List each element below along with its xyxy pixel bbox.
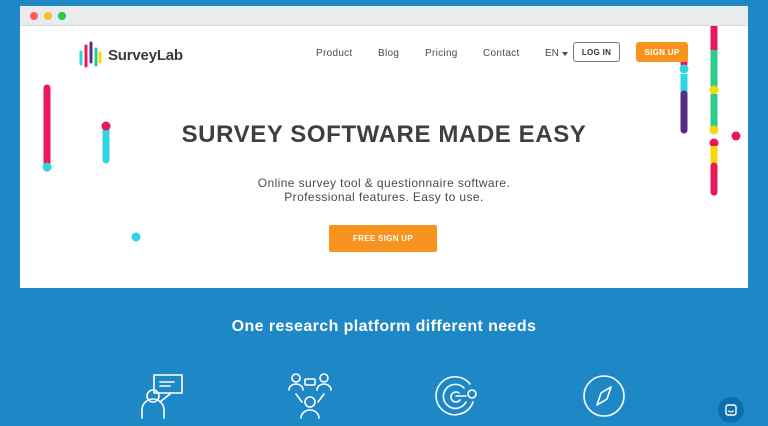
browser-titlebar [20,6,748,26]
close-window-icon[interactable] [30,12,38,20]
hero-subtitle-line1: Online survey tool & questionnaire softw… [257,176,511,190]
brand-name: SurveyLab [108,46,183,64]
target-chart-icon[interactable] [432,372,480,420]
team-icon[interactable] [286,372,334,420]
compass-icon[interactable] [580,372,628,420]
hero-title: SURVEY SOFTWARE MADE EASY [181,121,587,148]
presentation-icon[interactable] [140,372,188,420]
language-label: EN [545,48,559,59]
nav-product[interactable]: Product [316,48,353,59]
maximize-window-icon[interactable] [58,12,66,20]
nav-blog[interactable]: Blog [378,48,399,59]
login-button[interactable]: LOG IN [573,42,620,62]
chat-icon [725,404,737,416]
nav-contact[interactable]: Contact [483,48,520,59]
signup-button[interactable]: SIGN UP [636,42,688,62]
chat-button[interactable] [718,397,744,423]
free-signup-button[interactable]: FREE SIGN UP [329,225,437,252]
hero-subtitle-line2: Professional features. Easy to use. [284,190,484,204]
surveylab-logo[interactable]: SurveyLab [78,40,183,70]
browser-window: SurveyLab Product Blog Pricing Contact E… [20,6,748,288]
section-title: One research platform different needs [231,318,537,335]
minimize-window-icon[interactable] [44,12,52,20]
nav-pricing[interactable]: Pricing [425,48,458,59]
page-content: SurveyLab Product Blog Pricing Contact E… [20,26,748,288]
language-selector[interactable]: EN [545,48,568,59]
surveylab-logo-icon [79,41,102,68]
chevron-down-icon [561,51,568,56]
